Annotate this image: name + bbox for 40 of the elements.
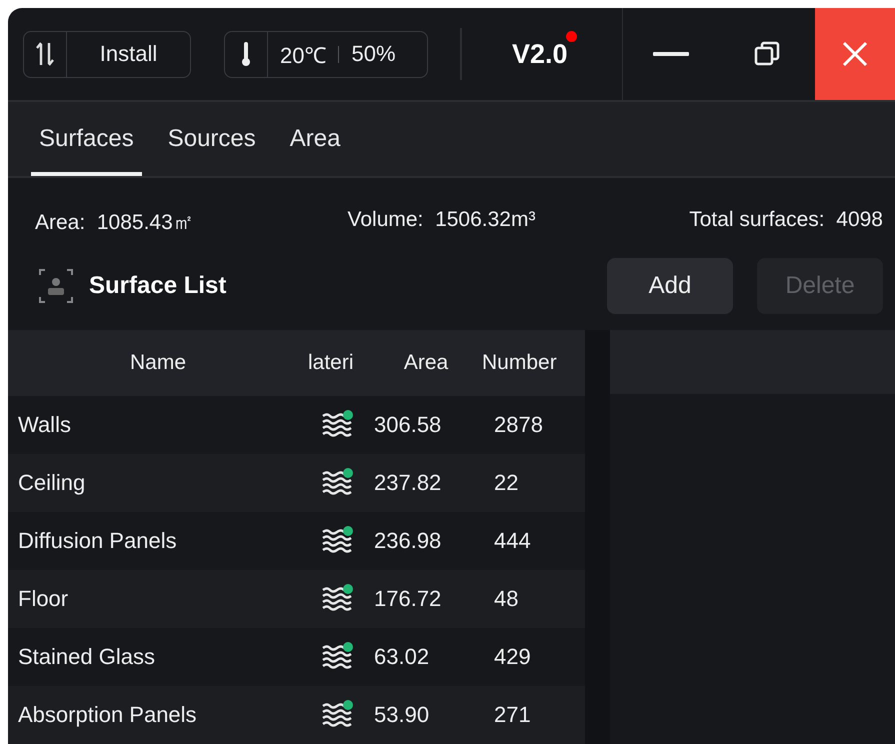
table-cell-text: 429 [493,644,532,670]
table-cell-text: Floor [17,586,70,612]
thermometer-icon [240,40,252,68]
stat-text: Total surfaces: 4098 [689,208,883,233]
table-cell-text: Ceiling [17,470,86,496]
table-cell-text: 53.90 [373,702,430,728]
install-button[interactable]: Install [23,30,191,78]
table-cell-text: Absorption Panels [17,702,198,728]
table-cell-text: 2878 [493,412,544,438]
table-cell-text: Diffusion Panels [17,528,178,554]
table-cell-text: Stained Glass [17,644,156,670]
minimize-icon [653,51,689,57]
tab[interactable]: Sources [160,102,264,176]
table-cell-text: 48 [493,586,520,612]
list-icon [39,269,73,303]
close-icon [842,41,868,67]
column-header: Area [404,351,448,375]
tab[interactable]: Area [282,102,348,176]
column-header: Name [130,351,186,375]
table-cell-text: 237.82 [373,470,442,496]
table-cell-text: Walls [17,412,72,438]
humidity-reading: 50% [350,40,397,68]
table-cell-text: 22 [493,470,520,496]
version-label: V2.0 [512,38,568,68]
section-title: Surface List [89,272,226,300]
table-cell-text: 63.02 [373,644,430,670]
table-cell-text: 444 [493,528,532,554]
stat-text: Volume: 1506.32m³ [348,208,536,233]
add-button[interactable]: Add [607,258,733,314]
table-cell-text: 236.98 [373,528,442,554]
table-cell-text: 271 [493,702,532,728]
table-cell-text: 306.58 [373,412,442,438]
temperature-reading: 20℃ [279,42,328,70]
restore-icon [754,41,780,67]
stat-text: Area: 1085.43㎡ [35,210,194,236]
tab[interactable]: Surfaces [31,102,142,176]
sort-arrows-icon [35,41,55,67]
table-cell-text: 176.72 [373,586,442,612]
column-header: lateri [308,351,354,375]
column-header: Number [482,351,557,375]
